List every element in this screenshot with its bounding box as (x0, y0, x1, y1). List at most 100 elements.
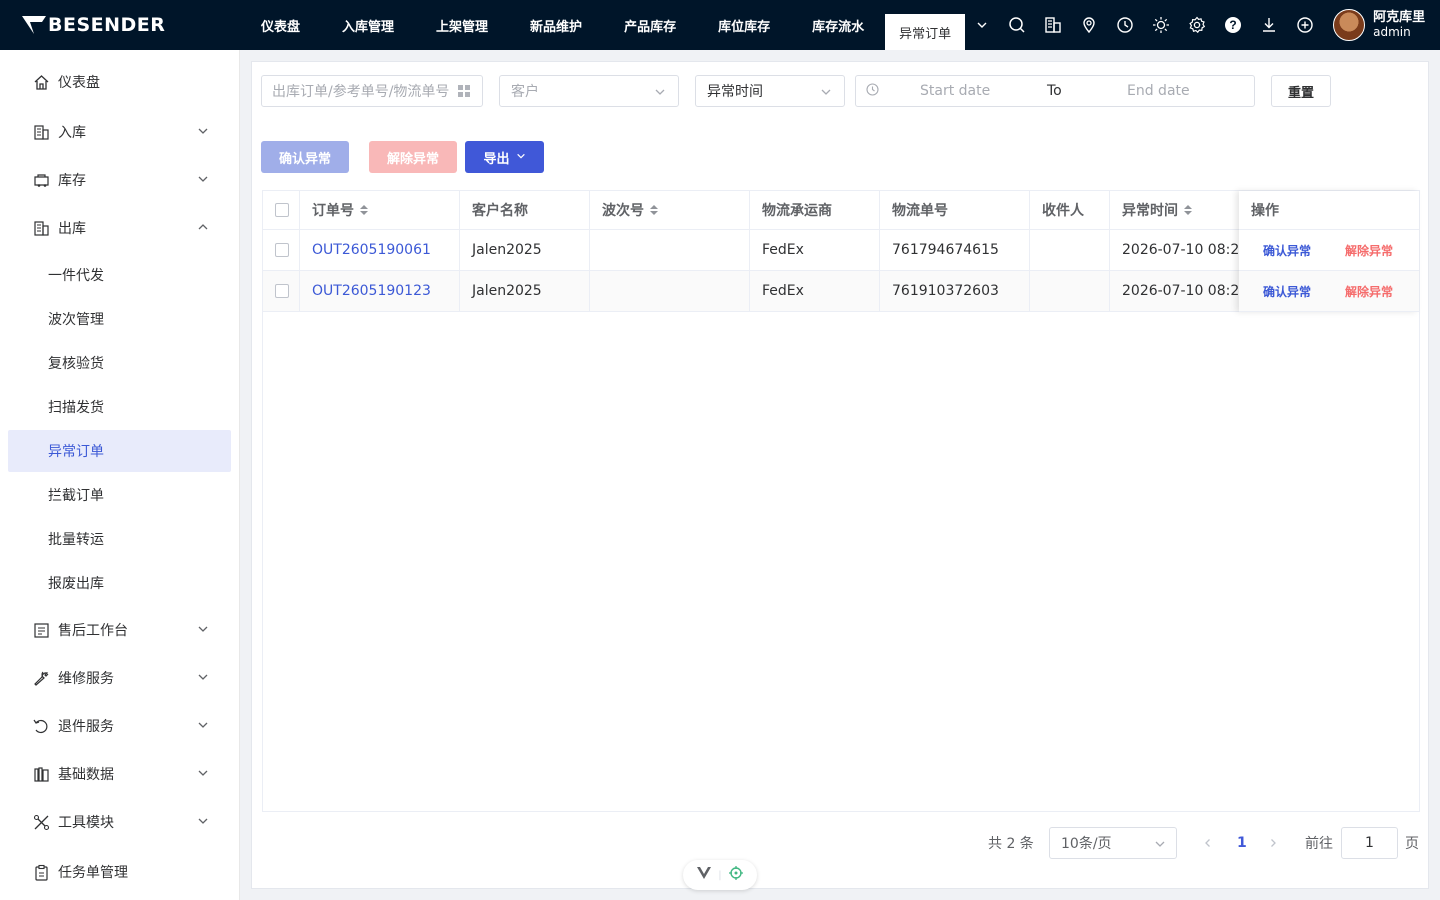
topnav-item-exception-order[interactable]: 异常订单 (885, 14, 966, 50)
page-size-select[interactable]: 10条/页 (1049, 827, 1177, 859)
header-exception-time[interactable]: 异常时间 (1110, 191, 1240, 229)
topnav-item-stock-flow[interactable]: 库存流水 (791, 0, 885, 50)
order-search-input[interactable]: 出库订单/参考单号/物流单号 (261, 75, 483, 107)
wrench-icon (32, 669, 50, 687)
vue-logo-icon[interactable] (696, 867, 711, 883)
chevron-right-icon (1271, 839, 1276, 847)
row-checkbox[interactable] (275, 243, 289, 257)
topnav-item-new-product[interactable]: 新品维护 (509, 0, 603, 50)
sidebar-item-task[interactable]: 任务单管理 (8, 851, 231, 893)
sidebar-item-repair[interactable]: 维修服务 (8, 657, 231, 699)
gear-icon[interactable] (1179, 0, 1215, 50)
goto-page-input[interactable]: 1 (1341, 827, 1398, 859)
sidebar-item-tools[interactable]: 工具模块 (8, 801, 231, 843)
page-size-value: 10条/页 (1061, 836, 1112, 852)
order-link[interactable]: OUT2605190123 (312, 283, 431, 299)
sidebar-item-return[interactable]: 退件服务 (8, 705, 231, 747)
top-bar: BESENDER 仪表盘 入库管理 上架管理 新品维护 产品库存 库位库存 库存… (0, 0, 1440, 50)
time-type-value: 异常时间 (707, 84, 763, 100)
order-search-placeholder: 出库订单/参考单号/物流单号 (272, 84, 450, 100)
inventory-icon (32, 171, 50, 189)
sidebar-subitem-batch-transfer[interactable]: 批量转运 (8, 518, 231, 560)
page-number-current[interactable]: 1 (1237, 827, 1247, 859)
chevron-down-icon (197, 125, 209, 141)
header-label: 收件人 (1042, 203, 1084, 219)
customer-placeholder: 客户 (511, 84, 539, 100)
pagination: 共 2 条 (988, 827, 1034, 859)
floating-toolbar: | (683, 860, 757, 890)
start-date-input[interactable]: Start date (920, 83, 990, 99)
header-label: 波次号 (602, 203, 644, 219)
sidebar-item-inventory[interactable]: 库存 (8, 159, 231, 201)
topnav-item-dashboard[interactable]: 仪表盘 (240, 0, 321, 50)
export-button[interactable]: 导出 (465, 141, 544, 173)
row-release-exception-link[interactable]: 解除异常 (1345, 283, 1393, 300)
sidebar-item-label: 工具模块 (58, 815, 114, 831)
time-type-select[interactable]: 异常时间 (695, 75, 845, 107)
sidebar-item-basic-data[interactable]: 基础数据 (8, 753, 231, 795)
topnav-item-inbound[interactable]: 入库管理 (321, 0, 415, 50)
chevron-down-icon (654, 86, 666, 102)
sun-icon[interactable] (1143, 0, 1179, 50)
sidebar-item-label: 入库 (58, 125, 86, 141)
avatar[interactable] (1333, 9, 1366, 41)
sidebar-subitem-review[interactable]: 复核验货 (8, 342, 231, 384)
sidebar-item-dashboard[interactable]: 仪表盘 (8, 61, 231, 103)
sort-icon[interactable] (1184, 204, 1192, 216)
sort-icon[interactable] (360, 204, 368, 216)
sidebar-subitem-scan-ship[interactable]: 扫描发货 (8, 386, 231, 428)
home-icon (32, 73, 50, 91)
select-all-checkbox[interactable] (275, 203, 289, 217)
date-range-picker[interactable]: Start date To End date (855, 75, 1255, 107)
order-link[interactable]: OUT2605190061 (312, 242, 431, 258)
building-icon[interactable] (1035, 0, 1071, 50)
reset-button[interactable]: 重置 (1271, 75, 1331, 107)
grid-icon[interactable] (458, 85, 470, 101)
topnav-item-shelving[interactable]: 上架管理 (415, 0, 509, 50)
goto-label: 前往 (1305, 836, 1333, 852)
sidebar-subitem-wave[interactable]: 波次管理 (8, 298, 231, 340)
next-page-button[interactable] (1268, 827, 1278, 859)
row-checkbox[interactable] (275, 284, 289, 298)
recipient-cell (1030, 230, 1110, 270)
user-menu[interactable]: 阿克库里 admin (1333, 9, 1425, 41)
customer-select[interactable]: 客户 (499, 75, 679, 107)
select-all-checkbox-cell (263, 191, 300, 229)
clock-icon (866, 82, 879, 100)
sort-icon[interactable] (650, 204, 658, 216)
brand-logo[interactable]: BESENDER (0, 0, 240, 50)
sidebar-item-label: 维修服务 (58, 671, 114, 687)
exception-time-cell: 2026-07-10 08:27 (1122, 283, 1249, 299)
sidebar-item-outbound[interactable]: 出库 (8, 207, 231, 249)
exception-order-table: 订单号 客户名称 波次号 物流承运商 物流单号 收件人 异常时间 OUT2605… (262, 190, 1420, 812)
prev-page-button[interactable] (1203, 827, 1213, 859)
target-icon[interactable] (729, 866, 744, 884)
location-icon[interactable] (1071, 0, 1107, 50)
sidebar-subitem-dropship[interactable]: 一件代发 (8, 254, 231, 296)
row-confirm-exception-link[interactable]: 确认异常 (1263, 283, 1311, 300)
chevron-down-icon (197, 173, 209, 189)
help-icon[interactable]: ? (1215, 0, 1251, 50)
plus-circle-icon[interactable] (1287, 0, 1323, 50)
header-wave[interactable]: 波次号 (590, 191, 750, 229)
sidebar-item-inbound[interactable]: 入库 (8, 111, 231, 153)
sidebar-subitem-intercept[interactable]: 拦截订单 (8, 474, 231, 516)
header-carrier: 物流承运商 (750, 191, 880, 229)
header-order[interactable]: 订单号 (300, 191, 460, 229)
return-icon (32, 717, 50, 735)
topnav-more-chevron-icon[interactable] (965, 0, 999, 50)
search-icon[interactable] (999, 0, 1035, 50)
clock-icon[interactable] (1107, 0, 1143, 50)
confirm-exception-button[interactable]: 确认异常 (261, 141, 349, 173)
release-exception-button[interactable]: 解除异常 (369, 141, 457, 173)
topnav-item-location-stock[interactable]: 库位库存 (697, 0, 791, 50)
row-confirm-exception-link[interactable]: 确认异常 (1263, 242, 1311, 259)
sidebar-item-aftersale[interactable]: 售后工作台 (8, 609, 231, 651)
end-date-input[interactable]: End date (1127, 83, 1190, 99)
header-label: 物流承运商 (762, 203, 832, 219)
row-release-exception-link[interactable]: 解除异常 (1345, 242, 1393, 259)
sidebar-subitem-exception-order[interactable]: 异常订单 (8, 430, 231, 472)
download-icon[interactable] (1251, 0, 1287, 50)
sidebar-subitem-scrap[interactable]: 报废出库 (8, 562, 231, 604)
topnav-item-product-stock[interactable]: 产品库存 (603, 0, 697, 50)
